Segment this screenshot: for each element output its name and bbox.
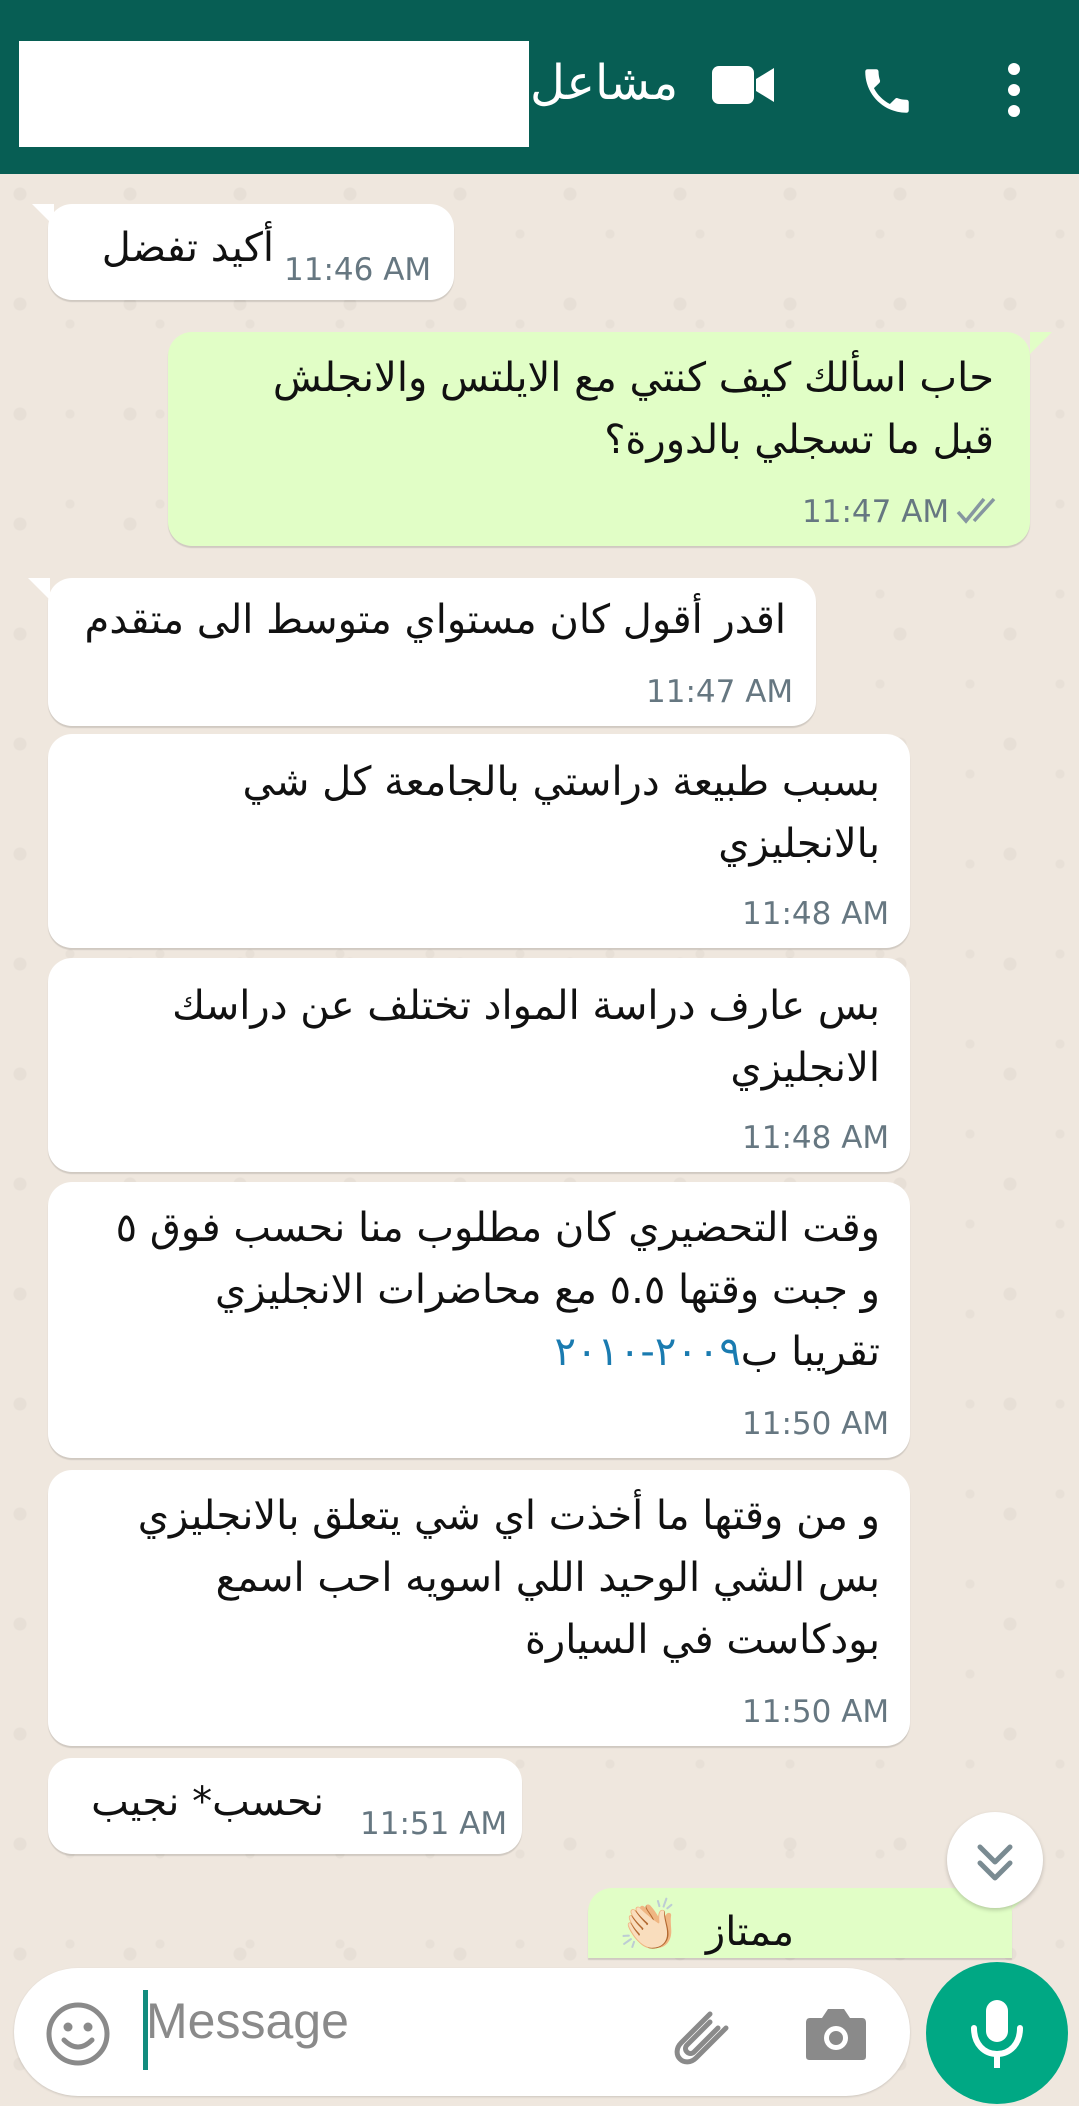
emoji-icon[interactable] — [44, 2000, 112, 2072]
voice-message-button[interactable] — [926, 1962, 1068, 2104]
message-text: قبل ما تسجلي بالدورة؟ — [604, 417, 994, 463]
message-text: بودكاست في السيارة — [524, 1617, 880, 1663]
clapping-emoji: 👏🏻 — [618, 1896, 681, 1954]
message-text: اقدر أقول كان مستواي متوسط الى متقدم — [84, 597, 786, 643]
message-text: بسبب طبيعة دراستي بالجامعة كل شي — [242, 759, 881, 805]
message-text: تقريبا ب — [740, 1329, 880, 1375]
message-time: 11:50 AM — [742, 1406, 890, 1442]
message-time: 11:47 AM — [802, 494, 950, 530]
message-time: 11:50 AM — [742, 1694, 890, 1730]
message-bubble-incoming[interactable]: بس عارف دراسة المواد تختلف عن دراسك الان… — [48, 958, 910, 1172]
read-receipt-icon — [956, 496, 1006, 530]
chevron-double-down-icon — [977, 1844, 1013, 1881]
contact-name[interactable]: مشاعل — [530, 55, 678, 111]
mic-icon — [971, 2000, 1023, 2068]
message-text: نحسب* نجيب — [91, 1779, 324, 1825]
message-text: و جبت وقتها ٥.٥ مع محاضرات الانجليزي — [214, 1267, 880, 1313]
date-link[interactable]: ٢٠٠٩-٢٠١٠ — [554, 1329, 740, 1375]
message-text: وقت التحضيري كان مطلوب منا نحسب فوق ٥ — [115, 1205, 880, 1251]
voice-call-icon[interactable] — [858, 62, 916, 124]
message-bubble-incoming[interactable]: نحسب* نجيب 11:51 AM — [48, 1758, 522, 1854]
message-time: 11:51 AM — [360, 1806, 508, 1842]
message-bubble-incoming[interactable]: و من وقتها ما أخذت اي شي يتعلق بالانجليز… — [48, 1470, 910, 1746]
message-bubble-incoming[interactable]: أكيد تفضل 11:46 AM — [48, 204, 454, 300]
more-options-icon[interactable] — [1000, 62, 1028, 122]
message-bubble-incoming[interactable]: اقدر أقول كان مستواي متوسط الى متقدم 11:… — [48, 578, 816, 726]
message-text: بس الشي الوحيد اللي اسويه احب اسمع — [215, 1555, 880, 1601]
camera-icon[interactable] — [804, 2004, 868, 2066]
message-bubble-outgoing[interactable]: حاب اسألك كيف كنتي مع الايلتس والانجلش ق… — [168, 332, 1030, 546]
scroll-to-bottom-button[interactable] — [947, 1812, 1043, 1908]
attach-icon[interactable] — [668, 2004, 738, 2072]
message-time: 11:48 AM — [742, 896, 890, 932]
message-time: 11:46 AM — [284, 252, 432, 288]
message-text: بالانجليزي — [718, 821, 880, 867]
message-text: الانجليزي — [730, 1045, 880, 1091]
message-time: 11:48 AM — [742, 1120, 890, 1156]
message-bubble-incoming[interactable]: بسبب طبيعة دراستي بالجامعة كل شي بالانجل… — [48, 734, 910, 948]
message-text: و من وقتها ما أخذت اي شي يتعلق بالانجليز… — [137, 1493, 880, 1539]
message-text: أكيد تفضل — [101, 225, 274, 271]
chat-header: مشاعل — [0, 0, 1079, 174]
video-call-icon[interactable] — [712, 62, 774, 112]
message-bubble-incoming[interactable]: وقت التحضيري كان مطلوب منا نحسب فوق ٥ و … — [48, 1182, 910, 1458]
message-text-line: تقريبا ب٢٠٠٩-٢٠١٠ — [554, 1320, 880, 1384]
message-text: ممتاز — [705, 1909, 794, 1955]
message-time: 11:47 AM — [646, 674, 794, 710]
message-input[interactable]: Message — [146, 1992, 349, 2050]
message-text: حاب اسألك كيف كنتي مع الايلتس والانجلش — [272, 355, 994, 401]
redacted-avatar-area — [19, 41, 529, 147]
message-text: بس عارف دراسة المواد تختلف عن دراسك — [172, 983, 880, 1029]
